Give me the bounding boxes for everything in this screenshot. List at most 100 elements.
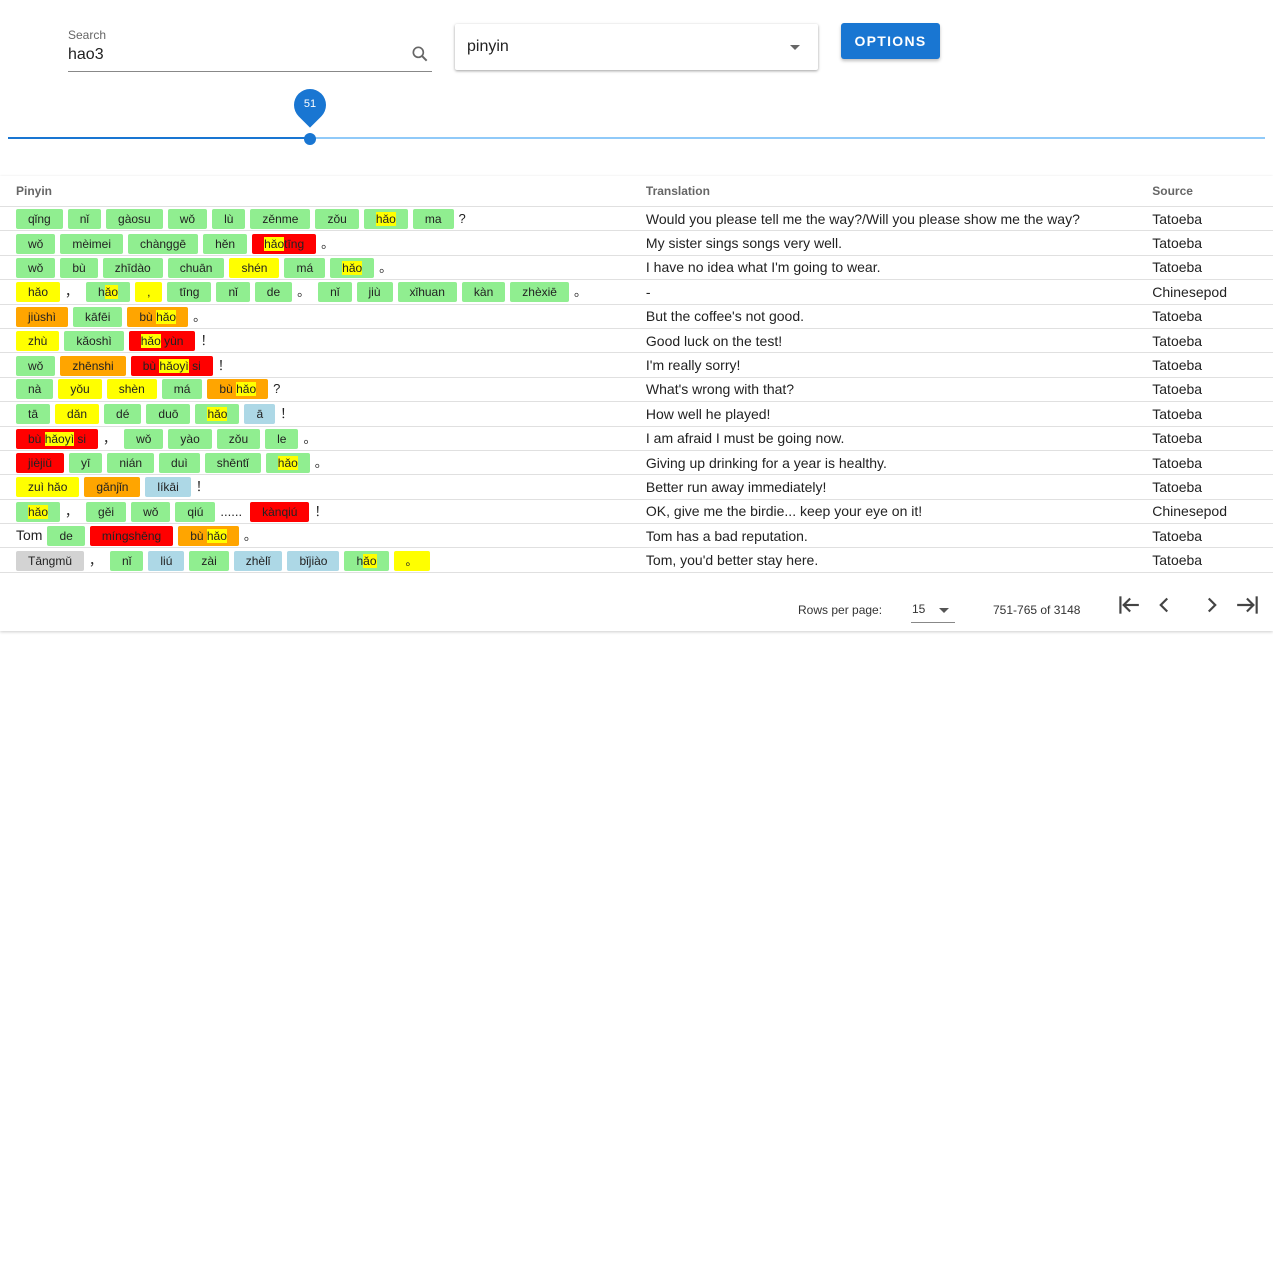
pinyin-word-chip[interactable]: bǐjiào [287, 550, 340, 571]
pinyin-word-chip[interactable]: kànqiú [250, 501, 310, 522]
pinyin-word-chip[interactable]: líkāi [145, 477, 191, 498]
pinyin-word-chip[interactable]: hǎo [16, 501, 61, 522]
pinyin-word-chip[interactable]: le [265, 428, 299, 449]
first-page-icon[interactable] [1115, 592, 1141, 618]
pinyin-word-chip[interactable]: hǎo [195, 404, 240, 425]
table-row[interactable]: bù hǎoyì si， wǒ yào zǒu le。 I am afraid I mus… [0, 426, 1273, 451]
pinyin-word-chip[interactable]: hǎo [265, 453, 310, 474]
pinyin-word-chip[interactable]: xǐhuan [397, 282, 457, 303]
pinyin-word-chip[interactable]: bù hǎo [127, 306, 189, 327]
slider-track[interactable] [8, 137, 1265, 139]
column-header-translation[interactable]: Translation [629, 176, 1137, 207]
pinyin-word-chip[interactable]: gěi [86, 501, 127, 522]
pinyin-word-chip[interactable]: lù [212, 208, 246, 229]
pinyin-word-chip[interactable]: tā [16, 404, 51, 425]
options-button[interactable]: OPTIONS [841, 23, 940, 59]
pinyin-word-chip[interactable]: jièjiǔ [16, 453, 65, 474]
pinyin-word-chip[interactable]: bù hǎoyì si [16, 428, 99, 449]
pinyin-word-chip[interactable]: má [161, 379, 203, 400]
pinyin-word-chip[interactable]: bù hǎoyì si [130, 355, 213, 376]
pinyin-word-chip[interactable]: hǎo [363, 208, 408, 229]
pinyin-word-chip[interactable]: zhèxiē [510, 282, 569, 303]
table-row[interactable]: hǎo ， hǎo, tīng nǐ de 。 nǐ jiù xǐhuan kàn zhèxiē 。 - C… [0, 279, 1273, 305]
pinyin-word-chip[interactable]: nà [16, 379, 54, 400]
pinyin-word-chip[interactable]: , [135, 282, 163, 303]
pinyin-word-chip[interactable]: hǎotīng [252, 233, 317, 254]
pinyin-word-chip[interactable]: wǒ [16, 355, 56, 376]
column-header-source[interactable]: Source [1136, 176, 1273, 207]
table-row[interactable]: wǒ bù zhīdào chuān shén má hǎo 。 I have no idea … [0, 255, 1273, 281]
pinyin-word-chip[interactable]: zěnme [250, 208, 311, 229]
pinyin-word-chip[interactable]: gǎnjǐn [84, 477, 141, 498]
pinyin-word-chip[interactable]: chànggē [128, 233, 199, 254]
table-row[interactable]: wǒ mèimei chànggē hěn hǎotīng。 My sister sing… [0, 230, 1273, 256]
table-row[interactable]: nà yǒu shèn má bù hǎo? What's wrong with that… [0, 377, 1273, 403]
pinyin-word-chip[interactable]: shén [229, 257, 280, 278]
pinyin-word-chip[interactable]: yī [69, 453, 103, 474]
pinyin-word-chip[interactable]: míngshēng [89, 526, 174, 547]
pinyin-word-chip[interactable]: hǎo [86, 282, 131, 303]
pinyin-word-chip[interactable]: chuān [167, 257, 225, 278]
pinyin-word-chip[interactable]: qiú [175, 501, 216, 522]
pinyin-word-chip[interactable]: duō [146, 404, 191, 425]
pinyin-word-chip[interactable]: yǒu [58, 379, 102, 400]
table-row[interactable]: zuì hǎo gǎnjǐn líkāi ！ Better run away immed… [0, 474, 1273, 500]
table-row[interactable]: qǐng nǐ gàosu wǒ lù zěnme zǒu hǎo ma? Would you p… [0, 206, 1273, 232]
pinyin-word-chip[interactable]: wǒ [16, 257, 56, 278]
pinyin-word-chip[interactable]: kǎoshì [64, 331, 124, 352]
mode-select[interactable]: pinyin [455, 24, 818, 70]
search-icon[interactable] [410, 44, 430, 64]
pinyin-word-chip[interactable]: bù hǎo [207, 379, 269, 400]
search-input[interactable]: hao3 [68, 46, 104, 64]
pinyin-word-chip[interactable]: kàn [461, 282, 506, 303]
pinyin-word-chip[interactable]: zǒu [315, 208, 359, 229]
pinyin-word-chip[interactable]: qǐng [16, 208, 63, 229]
pinyin-word-chip[interactable]: dé [104, 404, 142, 425]
pinyin-word-chip[interactable]: duì [159, 453, 200, 474]
pinyin-word-chip[interactable]: jiùshì [16, 306, 69, 327]
search-field[interactable]: Search hao3 [68, 26, 432, 72]
pinyin-word-chip[interactable]: 。 [393, 550, 430, 571]
slider-thumb[interactable] [304, 133, 316, 145]
pinyin-word-chip[interactable]: zhù [16, 331, 60, 352]
pinyin-word-chip[interactable]: zhèlǐ [233, 550, 283, 571]
pinyin-word-chip[interactable]: shēntǐ [204, 453, 261, 474]
table-row[interactable]: zhù kǎoshì hǎo yùn！ Good luck on the test! T… [0, 328, 1273, 354]
pinyin-word-chip[interactable]: zuì hǎo [16, 477, 80, 498]
pinyin-word-chip[interactable]: hǎo yùn [128, 331, 196, 352]
pinyin-word-chip[interactable]: gàosu [106, 208, 163, 229]
pinyin-word-chip[interactable]: wǒ [124, 428, 164, 449]
chevron-left-icon[interactable] [1151, 592, 1177, 618]
pinyin-word-chip[interactable]: de [254, 282, 293, 303]
chevron-right-icon[interactable] [1199, 592, 1225, 618]
pinyin-word-chip[interactable]: nǐ [67, 208, 102, 229]
pinyin-word-chip[interactable]: zhīdào [102, 257, 163, 278]
table-row[interactable]: jièjiǔ yī nián duì shēntǐ hǎo 。 Giving up drink… [0, 450, 1273, 476]
pinyin-word-chip[interactable]: jiù [356, 282, 393, 303]
pinyin-word-chip[interactable]: wǒ [131, 501, 171, 522]
pinyin-word-chip[interactable]: dǎn [55, 404, 100, 425]
pinyin-word-chip[interactable]: hǎo [16, 282, 61, 303]
pinyin-word-chip[interactable]: zài [189, 550, 229, 571]
pinyin-word-chip[interactable]: Tāngmǔ [16, 550, 85, 571]
pinyin-word-chip[interactable]: tīng [167, 282, 212, 303]
pinyin-word-chip[interactable]: zhēnshi [60, 355, 126, 376]
pinyin-word-chip[interactable]: liú [148, 550, 185, 571]
table-row[interactable]: Tāngmǔ ， nǐ liú zài zhèlǐ bǐjiào hǎo 。 Tom, you'd… [0, 547, 1273, 573]
pinyin-word-chip[interactable]: bù [60, 257, 98, 278]
table-row[interactable]: jiùshì kāfēi bù hǎo。 But the coffee's not g… [0, 304, 1273, 329]
pinyin-word-chip[interactable]: nián [107, 453, 155, 474]
pinyin-word-chip[interactable]: hǎo [330, 257, 375, 278]
table-row[interactable]: Tom de míngshēng bù hǎo。 Tom has a bad reput… [0, 523, 1273, 549]
table-row[interactable]: hǎo ， gěi wǒ qiú...... kànqiú ！ OK, give me the… [0, 499, 1273, 525]
pinyin-word-chip[interactable]: ā [244, 404, 276, 425]
pinyin-word-chip[interactable]: zǒu [216, 428, 261, 449]
pinyin-word-chip[interactable]: hǎo [344, 550, 389, 571]
pinyin-word-chip[interactable]: nǐ [216, 282, 250, 303]
pinyin-word-chip[interactable]: ma [412, 208, 454, 229]
pinyin-word-chip[interactable]: mèimei [60, 233, 124, 254]
pinyin-word-chip[interactable]: hěn [203, 233, 248, 254]
table-row[interactable]: wǒ zhēnshi bù hǎoyì si！ I'm really sorry! Ta… [0, 352, 1273, 378]
pinyin-word-chip[interactable]: bù hǎo [178, 526, 239, 547]
pinyin-word-chip[interactable]: má [284, 257, 326, 278]
